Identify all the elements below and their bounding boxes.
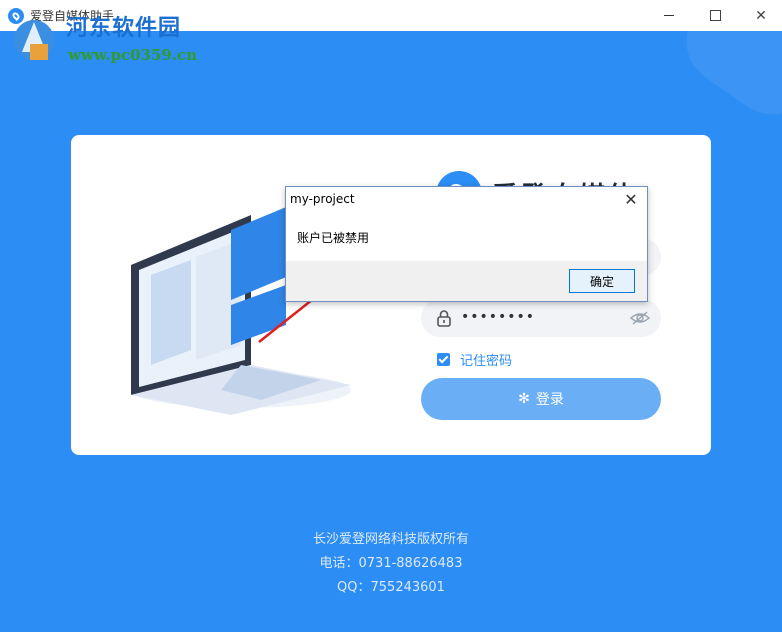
loading-spinner-icon: ✻ — [518, 391, 530, 407]
footer-company: 长沙爱登网络科技版权所有 — [312, 532, 469, 547]
minimize-button[interactable] — [646, 0, 692, 31]
password-value: •••••••• — [461, 309, 536, 325]
watermark-url: www.pc0359.cn — [68, 46, 198, 64]
lock-icon — [437, 310, 451, 327]
remember-password[interactable]: 记住密码 — [437, 350, 512, 369]
login-label: 登录 — [535, 392, 564, 408]
dialog-title: my-project — [290, 192, 355, 206]
dialog-close-button[interactable]: ✕ — [621, 189, 641, 209]
eye-off-icon[interactable] — [629, 309, 651, 327]
dialog-footer: 确定 — [286, 261, 647, 301]
remember-checkbox[interactable] — [437, 353, 450, 366]
login-button[interactable]: ✻ 登录 — [421, 378, 661, 420]
footer-phone: 电话：0731-88626483 — [319, 556, 463, 571]
footer: 长沙爱登网络科技版权所有 电话：0731-88626483 QQ：7552436… — [0, 528, 782, 600]
footer-qq: QQ：755243601 — [337, 580, 445, 595]
dialog-ok-button[interactable]: 确定 — [569, 269, 635, 293]
close-icon: ✕ — [624, 189, 638, 209]
minimize-icon — [664, 15, 674, 16]
remember-label: 记住密码 — [460, 354, 513, 369]
dialog-message: 账户已被禁用 — [297, 231, 370, 245]
watermark-logo-icon — [14, 20, 54, 60]
watermark-text: 河东软件园 — [66, 15, 182, 41]
password-field[interactable]: •••••••• — [421, 299, 661, 337]
message-dialog: my-project ✕ 账户已被禁用 确定 — [285, 186, 648, 302]
